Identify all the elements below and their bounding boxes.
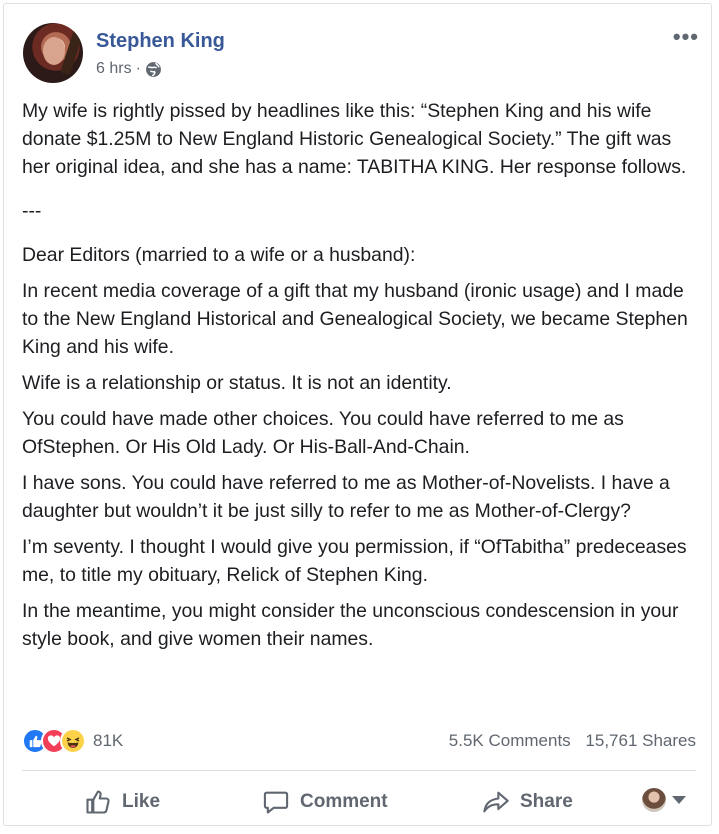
- viewer-avatar: [642, 788, 666, 812]
- engagement-counts: 5.5K Comments 15,761 Shares: [449, 731, 696, 751]
- chevron-down-icon: [672, 796, 686, 804]
- share-arrow-icon: [483, 791, 509, 813]
- reaction-as-selector[interactable]: [642, 788, 686, 812]
- post-paragraph: I have sons. You could have referred to …: [22, 472, 670, 522]
- thumbs-up-icon: [86, 790, 110, 814]
- like-label: Like: [122, 791, 161, 812]
- globe-icon[interactable]: [145, 61, 162, 78]
- post-paragraph: My wife is rightly pissed by headlines l…: [22, 100, 687, 178]
- post-paragraph: I’m seventy. I thought I would give you …: [22, 536, 687, 586]
- comment-button[interactable]: Comment: [262, 780, 388, 824]
- post-paragraph: Dear Editors (married to a wife or a hus…: [22, 244, 416, 266]
- post-paragraph: Wife is a relationship or status. It is …: [22, 372, 452, 394]
- reactions-summary[interactable]: 81K: [22, 728, 123, 754]
- more-options-icon[interactable]: •••: [673, 24, 699, 50]
- post-paragraph: ---: [22, 200, 42, 222]
- author-name[interactable]: Stephen King: [96, 30, 225, 53]
- actions-divider: [22, 770, 696, 771]
- haha-reaction-icon: [60, 728, 86, 754]
- reaction-count: 81K: [93, 731, 124, 750]
- share-label: Share: [520, 791, 573, 812]
- avatar-face: [43, 37, 65, 65]
- like-button[interactable]: Like: [84, 780, 160, 824]
- post-stats: 81K 5.5K Comments 15,761 Shares: [22, 726, 696, 754]
- share-button[interactable]: Share: [482, 780, 573, 824]
- post-meta: 6 hrs ·: [96, 60, 162, 78]
- shares-count[interactable]: 15,761 Shares: [585, 731, 696, 750]
- comments-count[interactable]: 5.5K Comments: [449, 731, 571, 750]
- comment-label: Comment: [300, 791, 388, 812]
- post-time[interactable]: 6 hrs: [96, 60, 132, 78]
- post-paragraph: In recent media coverage of a gift that …: [22, 280, 688, 358]
- post-actions: Like Comment Share: [22, 780, 696, 824]
- post-paragraph: In the meantime, you might consider the …: [22, 600, 679, 650]
- speech-bubble-icon: [263, 791, 289, 814]
- post-card: Stephen King 6 hrs · ••• My wife is righ…: [3, 3, 712, 826]
- meta-separator: ·: [135, 60, 141, 77]
- author-avatar[interactable]: [23, 23, 83, 83]
- post-paragraph: You could have made other choices. You c…: [22, 408, 624, 458]
- post-body: My wife is rightly pissed by headlines l…: [22, 97, 702, 661]
